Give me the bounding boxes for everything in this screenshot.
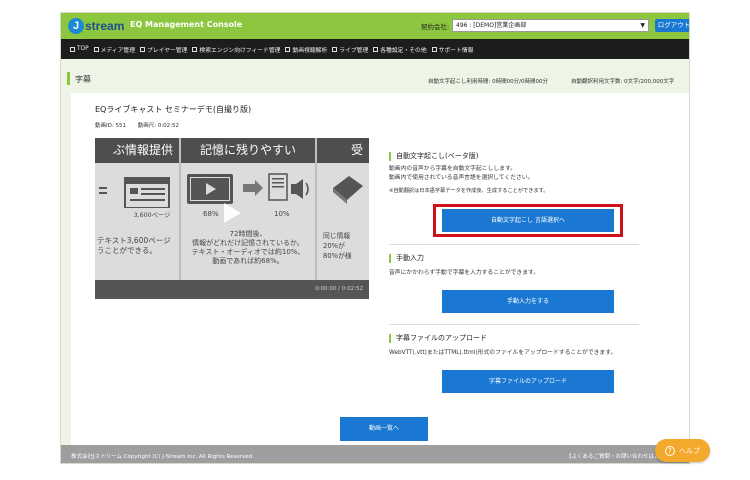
checkbox-icon bbox=[431, 46, 437, 52]
nav-item-analytics[interactable]: 動画視聴解析 bbox=[285, 45, 327, 54]
nav-item-label: 動画視聴解析 bbox=[292, 47, 328, 54]
nav-item-label: メディア管理 bbox=[100, 47, 135, 54]
checkbox-icon bbox=[192, 46, 198, 52]
nav-item-label: 各種設定・その他 bbox=[380, 47, 427, 54]
video-player[interactable]: ぶ情報提供 3,600ページ テキスト3,600ページ うことができる。 記憶に… bbox=[95, 138, 369, 299]
nav-item-live[interactable]: ライブ管理 bbox=[332, 45, 368, 54]
console-window: J stream EQ Management Console 契約会社: 496… bbox=[60, 12, 690, 464]
slide-heading: ぶ情報提供 bbox=[95, 138, 179, 163]
nav-item-media[interactable]: メディア管理 bbox=[93, 45, 135, 54]
slide-left: ぶ情報提供 3,600ページ テキスト3,600ページ うことができる。 bbox=[95, 138, 181, 280]
nav-item-label: サポート情報 bbox=[438, 47, 474, 54]
auto-caption-heading-text: 自動文字起こし(ベータ版) bbox=[396, 152, 479, 160]
auto-caption-note: ※自動翻訳は日本語字幕データを作成後、生成することができます。 bbox=[389, 188, 549, 194]
contract-label: 契約会社: bbox=[421, 23, 450, 31]
nav-item-label: 検索エンジン向けフィード管理 bbox=[199, 47, 281, 54]
slide-text: 3,600ページ bbox=[133, 212, 171, 219]
logo-text: stream bbox=[85, 19, 125, 33]
copyright-text: 株式会社Jストリーム Copyright (C) J-Stream Inc. A… bbox=[71, 454, 254, 460]
auto-caption-heading: 自動文字起こし(ベータ版) bbox=[389, 151, 478, 161]
subtitle-card: EQライブキャスト セミナーデモ(自撮り版) 動画ID: 551 動画尺: 0:… bbox=[71, 93, 689, 445]
nav-item-label: TOP bbox=[77, 46, 89, 52]
auto-caption-desc: 動画内で使用されている音声言語を選択してください。 bbox=[389, 175, 534, 181]
slide-text: 20%が bbox=[323, 242, 345, 250]
book-icon bbox=[333, 176, 363, 204]
checkbox-icon bbox=[70, 46, 75, 52]
manual-input-button[interactable]: 手動入力をする bbox=[442, 290, 614, 313]
slide-text: 同じ情報 bbox=[323, 232, 351, 240]
video-meta: 動画ID: 551 動画尺: 0:02:52 bbox=[95, 121, 189, 129]
contract-select-value: 496 : [DEMO]営業企画部 bbox=[456, 22, 527, 29]
slide-right: 受 同じ情報 20%が 80%が様 bbox=[317, 138, 369, 280]
auto-caption-desc: 動画内の音声から字幕を自動文字起こしします。 bbox=[389, 166, 516, 172]
heading-marker bbox=[389, 151, 391, 161]
checkbox-icon bbox=[373, 46, 379, 52]
divider bbox=[389, 244, 639, 245]
slide-percent: 10% bbox=[274, 210, 290, 218]
console-title: EQ Management Console bbox=[130, 20, 243, 29]
usage-chars-text: 自動翻訳利用文字数: 0文字/200,000文字 bbox=[571, 79, 675, 85]
main-nav: TOP メディア管理 プレイヤー管理 検索エンジン向けフィード管理 動画視聴解析… bbox=[61, 39, 689, 59]
help-label: ヘルプ bbox=[679, 446, 700, 455]
heading-marker bbox=[389, 253, 391, 263]
video-title: EQライブキャスト セミナーデモ(自撮り版) bbox=[95, 105, 252, 114]
slide-text: 動画であれば約68%。 bbox=[212, 257, 284, 265]
slide-center: 記憶に残りやすい 68% 10% 72時間後、 情報がどれだけ記憶されているか。… bbox=[181, 138, 317, 280]
manual-input-heading: 手動入力 bbox=[389, 253, 424, 263]
checkbox-icon bbox=[93, 46, 99, 52]
manual-input-desc: 音声にかかわらず手動で字幕を入力することができます。 bbox=[389, 270, 540, 276]
player-time: 0:00:00 / 0:02:52 bbox=[315, 286, 363, 292]
video-list-button[interactable]: 動画一覧へ bbox=[340, 417, 428, 441]
nav-item-feed[interactable]: 検索エンジン向けフィード管理 bbox=[192, 45, 280, 54]
upload-desc: WebVTT(.vtt)またはTTML(.ttml)形式のファイルをアップロード… bbox=[389, 350, 617, 356]
slide-text: テキスト・オーディオでは約10%、 bbox=[191, 248, 305, 256]
slide-text: テキスト3,600ページ bbox=[97, 236, 171, 245]
section-marker bbox=[67, 72, 70, 85]
slide-heading: 記憶に残りやすい bbox=[181, 138, 315, 163]
logo-j-mark: J bbox=[68, 18, 84, 34]
slide-heading: 受 bbox=[317, 138, 369, 163]
upload-subtitle-button[interactable]: 字幕ファイルのアップロード bbox=[442, 370, 614, 393]
logout-button[interactable]: ログアウト bbox=[655, 19, 689, 32]
heading-marker bbox=[389, 333, 391, 343]
help-button[interactable]: ? ヘルプ bbox=[655, 439, 710, 462]
checkbox-icon bbox=[140, 46, 145, 52]
page-title: 字幕 bbox=[75, 75, 91, 84]
app-header: J stream EQ Management Console 契約会社: 496… bbox=[61, 13, 689, 39]
nav-item-top[interactable]: TOP bbox=[70, 46, 89, 52]
slide-text: うことができる。 bbox=[97, 246, 157, 255]
document-icon bbox=[99, 177, 170, 208]
nav-item-support[interactable]: サポート情報 bbox=[431, 45, 474, 54]
play-icon[interactable] bbox=[221, 202, 243, 224]
video-id: 動画ID: 551 bbox=[95, 123, 126, 129]
auto-caption-language-button[interactable]: 自動文字起こし 言語選択へ bbox=[442, 209, 614, 232]
footer: 株式会社Jストリーム Copyright (C) J-Stream Inc. A… bbox=[61, 445, 689, 463]
contract-select[interactable]: 496 : [DEMO]営業企画部 ▼ bbox=[452, 19, 649, 32]
manual-input-heading-text: 手動入力 bbox=[396, 254, 424, 262]
nav-item-player[interactable]: プレイヤー管理 bbox=[140, 45, 187, 54]
question-icon: ? bbox=[665, 445, 675, 456]
nav-item-settings[interactable]: 各種設定・その他 bbox=[373, 45, 427, 54]
video-media-icon bbox=[187, 173, 309, 204]
checkbox-icon bbox=[285, 46, 291, 52]
usage-time-text: 自動文字起こし利用時間: 0時間00分/0時間00分 bbox=[428, 79, 548, 85]
slide-text: 情報がどれだけ記憶されているか。 bbox=[192, 239, 304, 247]
section-bar: 字幕 自動文字起こし利用時間: 0時間00分/0時間00分 自動翻訳利用文字数:… bbox=[61, 67, 689, 91]
chevron-down-icon: ▼ bbox=[640, 22, 645, 29]
video-length: 動画尺: 0:02:52 bbox=[137, 123, 180, 129]
divider bbox=[389, 324, 639, 325]
slide-text: 80%が様 bbox=[323, 252, 352, 260]
player-control-bar[interactable]: 0:00:00 / 0:02:52 bbox=[95, 280, 369, 299]
slide-text: 72時間後、 bbox=[229, 230, 267, 238]
nav-item-label: プレイヤー管理 bbox=[147, 47, 188, 54]
jstream-logo[interactable]: J stream bbox=[68, 17, 124, 35]
nav-item-label: ライブ管理 bbox=[339, 47, 369, 54]
upload-heading: 字幕ファイルのアップロード bbox=[389, 333, 487, 343]
checkbox-icon bbox=[332, 46, 338, 52]
upload-heading-text: 字幕ファイルのアップロード bbox=[396, 334, 487, 342]
